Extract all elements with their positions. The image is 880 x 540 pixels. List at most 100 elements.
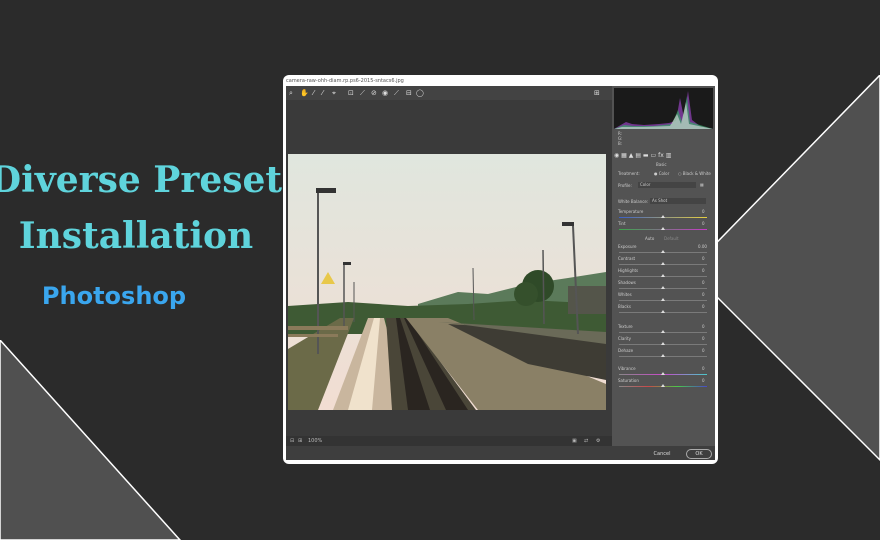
- target-adjust-tool-icon[interactable]: ⌖: [332, 89, 336, 97]
- slider-value-shadows[interactable]: 0: [702, 280, 705, 285]
- slider-knob[interactable]: [661, 286, 665, 289]
- slider-exposure[interactable]: [619, 250, 707, 253]
- slider-label-temperature: Temperature: [618, 209, 644, 214]
- straighten-tool-icon[interactable]: ⟋: [360, 89, 365, 97]
- zoom-tool-icon[interactable]: ⌕: [289, 89, 293, 97]
- decor-left-triangle: [0, 340, 182, 540]
- profile-browser-icon[interactable]: ▦: [700, 182, 704, 187]
- toolbar: ⌕ ✋ ⁄ ⁄ ⌖ ⊡ ⟋ ⊘ ◉ ⟋ ⊟ ◯ ⊞: [286, 86, 612, 100]
- slider-label-texture: Texture: [618, 324, 633, 329]
- slider-vibrance[interactable]: [619, 372, 707, 375]
- slider-value-blacks[interactable]: 0: [702, 304, 705, 309]
- slider-value-clarity[interactable]: 0: [702, 336, 705, 341]
- adjustment-brush-icon[interactable]: ⟋: [394, 89, 399, 97]
- slider-label-saturation: Saturation: [618, 378, 639, 383]
- zoom-out-icon[interactable]: ⊟: [290, 436, 294, 446]
- slider-knob[interactable]: [661, 274, 665, 277]
- slider-tint[interactable]: [619, 227, 707, 230]
- treatment-label: Treatment:: [618, 171, 640, 176]
- slider-value-whites[interactable]: 0: [702, 292, 705, 297]
- tab-basic[interactable]: Basic: [656, 162, 667, 167]
- slider-knob[interactable]: [661, 250, 665, 253]
- slider-label-whites: Whites: [618, 292, 632, 297]
- auto-button[interactable]: Auto: [645, 236, 654, 241]
- slider-knob[interactable]: [661, 215, 665, 218]
- slider-dehaze[interactable]: [619, 354, 707, 357]
- color-sampler-tool-icon[interactable]: ⁄: [322, 89, 323, 97]
- white-balance-tool-icon[interactable]: ⁄: [313, 89, 314, 97]
- slider-knob[interactable]: [661, 372, 665, 375]
- slider-knob[interactable]: [661, 342, 665, 345]
- zoom-in-icon[interactable]: ⊞: [298, 436, 302, 446]
- slider-value-dehaze[interactable]: 0: [702, 348, 705, 353]
- tab-lens-icon[interactable]: ▭: [651, 152, 657, 159]
- tab-calibration-icon[interactable]: ▥: [666, 152, 672, 159]
- slider-contrast[interactable]: [619, 262, 707, 265]
- slider-label-highlights: Highlights: [618, 268, 639, 273]
- histogram: [614, 88, 713, 129]
- treatment-color-option[interactable]: ● Color: [654, 171, 669, 176]
- cancel-button[interactable]: Cancel: [651, 450, 673, 458]
- profile-select[interactable]: Color: [638, 182, 696, 188]
- tab-hsl-icon[interactable]: ▤: [635, 152, 641, 159]
- slider-value-temperature[interactable]: 0: [702, 209, 705, 214]
- tab-effects-icon[interactable]: fx: [658, 152, 664, 159]
- red-eye-tool-icon[interactable]: ◉: [382, 89, 388, 97]
- white-balance-label: White Balance:: [618, 199, 649, 204]
- status-bar: ⊟ ⊞ 100% ▣ ⇄ ⚙: [286, 436, 612, 446]
- radial-filter-icon[interactable]: ◯: [416, 89, 424, 97]
- slider-value-saturation[interactable]: 0: [702, 378, 705, 383]
- crop-tool-icon[interactable]: ⊡: [348, 89, 354, 97]
- slider-value-vibrance[interactable]: 0: [702, 366, 705, 371]
- profile-label: Profile:: [618, 183, 632, 188]
- gradient-filter-icon[interactable]: ⊟: [406, 89, 412, 97]
- treatment-bw-option[interactable]: ○ Black & White: [678, 171, 711, 176]
- camera-raw-app: ⌕ ✋ ⁄ ⁄ ⌖ ⊡ ⟋ ⊘ ◉ ⟋ ⊟ ◯ ⊞ ⊟ ⊞ 100% ▣ ⇄ ⚙…: [286, 86, 715, 460]
- slider-knob[interactable]: [661, 227, 665, 230]
- fullscreen-icon[interactable]: ⊞: [594, 89, 600, 97]
- slider-highlights[interactable]: [619, 274, 707, 277]
- hand-tool-icon[interactable]: ✋: [300, 89, 309, 97]
- slider-knob[interactable]: [661, 330, 665, 333]
- tab-basic-icon[interactable]: ◉: [614, 152, 619, 159]
- tab-curve-icon[interactable]: ▦: [621, 152, 627, 159]
- slider-knob[interactable]: [661, 262, 665, 265]
- slider-blacks[interactable]: [619, 310, 707, 313]
- slider-value-texture[interactable]: 0: [702, 324, 705, 329]
- slider-knob[interactable]: [661, 298, 665, 301]
- slider-clarity[interactable]: [619, 342, 707, 345]
- ok-button[interactable]: OK: [686, 449, 712, 459]
- default-button[interactable]: Default: [664, 236, 679, 241]
- slider-whites[interactable]: [619, 298, 707, 301]
- slider-saturation[interactable]: [619, 384, 707, 387]
- slider-texture[interactable]: [619, 330, 707, 333]
- slider-knob[interactable]: [661, 354, 665, 357]
- spot-removal-tool-icon[interactable]: ⊘: [371, 89, 377, 97]
- slider-temperature[interactable]: [619, 215, 707, 218]
- tab-detail-icon[interactable]: ▲: [629, 152, 634, 159]
- slider-value-highlights[interactable]: 0: [702, 268, 705, 273]
- hero-title-line2: Installation: [18, 215, 254, 257]
- swap-view-icon[interactable]: ⇄: [584, 436, 588, 446]
- compare-view-icon[interactable]: ▣: [572, 436, 577, 446]
- slider-value-contrast[interactable]: 0: [702, 256, 705, 261]
- zoom-level[interactable]: 100%: [308, 436, 322, 446]
- white-balance-select[interactable]: As Shot: [650, 198, 706, 204]
- slider-knob[interactable]: [661, 310, 665, 313]
- decor-right-triangle: [690, 75, 880, 462]
- settings-icon[interactable]: ⚙: [596, 436, 600, 446]
- slider-shadows[interactable]: [619, 286, 707, 289]
- panel-tab-icons: ◉ ▦ ▲ ▤ ▬ ▭ fx ▥: [614, 152, 713, 159]
- slider-label-contrast: Contrast: [618, 256, 636, 261]
- rgb-b-label: B:: [618, 141, 623, 146]
- slider-label-shadows: Shadows: [618, 280, 636, 285]
- slider-label-tint: Tint: [618, 221, 626, 226]
- window-filename: camera-raw-ohh-diam.rp.ps6-2015-sntacs6.…: [286, 78, 404, 84]
- slider-value-tint[interactable]: 0: [702, 221, 705, 226]
- hero-subtitle: Photoshop: [41, 282, 187, 310]
- slider-value-exposure[interactable]: 0.00: [698, 244, 707, 249]
- slider-label-vibrance: Vibrance: [618, 366, 636, 371]
- slider-knob[interactable]: [661, 384, 665, 387]
- slider-label-clarity: Clarity: [618, 336, 632, 341]
- tab-split-icon[interactable]: ▬: [643, 152, 649, 159]
